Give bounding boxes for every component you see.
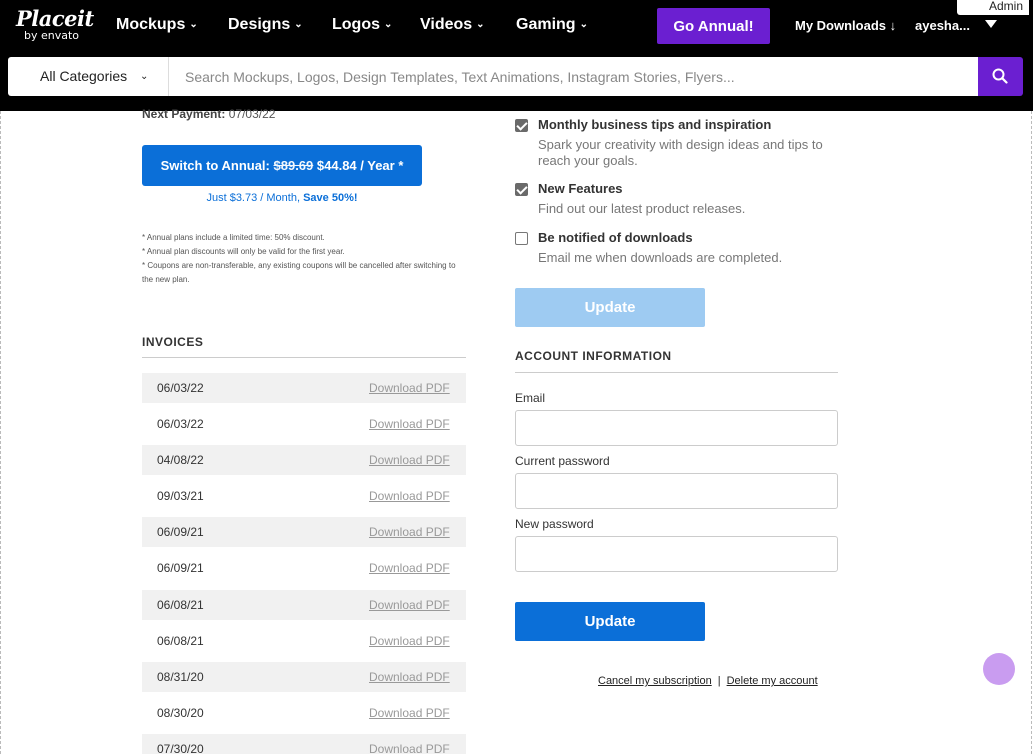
- switch-to-annual-button[interactable]: Switch to Annual: $89.69 $44.84 / Year *: [142, 145, 422, 186]
- divider: [515, 372, 838, 373]
- update-account-button[interactable]: Update: [515, 602, 705, 641]
- invoice-date: 06/08/21: [157, 634, 204, 648]
- email-label: Email: [515, 391, 546, 405]
- option-title: Monthly business tips and inspiration: [538, 117, 772, 132]
- option-title: New Features: [538, 181, 623, 196]
- caret-down-icon[interactable]: [985, 20, 997, 28]
- download-arrow-icon: ↓: [889, 18, 897, 33]
- divider: [142, 357, 466, 358]
- new-password-label: New password: [515, 517, 594, 531]
- option-description: Email me when downloads are completed.: [538, 250, 783, 265]
- invoice-row: 08/30/20 Download PDF: [142, 698, 466, 728]
- invoice-date: 06/03/22: [157, 417, 204, 431]
- invoice-row: 07/30/20 Download PDF: [142, 734, 466, 754]
- logo-brand: Placeit: [16, 6, 94, 31]
- chevron-down-icon: ⌄: [579, 19, 588, 30]
- download-pdf-link[interactable]: Download PDF: [369, 381, 450, 395]
- invoice-date: 06/03/22: [157, 381, 204, 395]
- download-pdf-link[interactable]: Download PDF: [369, 634, 450, 648]
- checkbox[interactable]: [515, 232, 528, 245]
- invoice-row: 09/03/21 Download PDF: [142, 481, 466, 511]
- option-title: Be notified of downloads: [538, 230, 693, 245]
- invoice-row: 08/31/20 Download PDF: [142, 662, 466, 692]
- category-select[interactable]: All Categories ⌄: [8, 57, 168, 96]
- download-pdf-link[interactable]: Download PDF: [369, 561, 450, 575]
- go-annual-button[interactable]: Go Annual!: [657, 8, 770, 44]
- invoice-row: 06/03/22 Download PDF: [142, 409, 466, 439]
- invoice-row: 06/08/21 Download PDF: [142, 626, 466, 656]
- invoice-row: 06/03/22 Download PDF: [142, 373, 466, 403]
- download-pdf-link[interactable]: Download PDF: [369, 525, 450, 539]
- chevron-down-icon: ⌄: [384, 19, 393, 30]
- invoices-title: INVOICES: [142, 335, 204, 349]
- my-downloads-link[interactable]: My Downloads ↓: [795, 18, 896, 33]
- chevron-down-icon: ⌄: [294, 19, 303, 30]
- checkbox[interactable]: [515, 119, 528, 132]
- checkbox[interactable]: [515, 183, 528, 196]
- download-pdf-link[interactable]: Download PDF: [369, 670, 450, 684]
- separator: |: [717, 675, 721, 687]
- billing-note: * Coupons are non-transferable, any exis…: [142, 261, 456, 284]
- option-description: Find out our latest product releases.: [538, 201, 746, 216]
- delete-account-link[interactable]: Delete my account: [727, 675, 818, 687]
- nav-videos[interactable]: Videos ⌄: [420, 16, 485, 34]
- invoice-row: 06/09/21 Download PDF: [142, 553, 466, 583]
- user-menu[interactable]: ayesha...: [915, 18, 970, 33]
- top-navigation-bar: Placeit by envato Mockups ⌄ Designs ⌄ Logo…: [0, 0, 1033, 56]
- search-icon: [992, 68, 1008, 84]
- download-pdf-link[interactable]: Download PDF: [369, 742, 450, 754]
- download-pdf-link[interactable]: Download PDF: [369, 453, 450, 467]
- download-pdf-link[interactable]: Download PDF: [369, 489, 450, 503]
- invoice-date: 04/08/22: [157, 453, 204, 467]
- search-button[interactable]: [978, 57, 1023, 96]
- logo-by-envato: by envato: [24, 29, 80, 42]
- search-input[interactable]: [168, 57, 978, 96]
- frame-border: [1031, 111, 1032, 754]
- chevron-down-icon: ⌄: [189, 19, 198, 30]
- chat-widget-icon[interactable]: [983, 653, 1015, 685]
- chevron-down-icon: ⌄: [476, 19, 485, 30]
- invoice-date: 09/03/21: [157, 489, 204, 503]
- admin-badge[interactable]: Admin: [957, 0, 1029, 15]
- invoice-row: 06/09/21 Download PDF: [142, 517, 466, 547]
- placeit-logo[interactable]: Placeit by envato: [16, 8, 94, 42]
- option-description: Spark your creativity with design ideas …: [538, 137, 823, 168]
- invoice-date: 06/09/21: [157, 561, 204, 575]
- nav-gaming[interactable]: Gaming ⌄: [516, 16, 588, 34]
- cancel-subscription-link[interactable]: Cancel my subscription: [598, 675, 712, 687]
- nav-mockups[interactable]: Mockups ⌄: [116, 16, 198, 34]
- invoice-date: 07/30/20: [157, 742, 204, 754]
- nav-designs[interactable]: Designs ⌄: [228, 16, 303, 34]
- invoice-row: 04/08/22 Download PDF: [142, 445, 466, 475]
- download-pdf-link[interactable]: Download PDF: [369, 417, 450, 431]
- search-bar: All Categories ⌄: [0, 56, 1033, 111]
- current-password-label: Current password: [515, 454, 610, 468]
- download-pdf-link[interactable]: Download PDF: [369, 706, 450, 720]
- email-field[interactable]: [515, 410, 838, 446]
- new-password-field[interactable]: [515, 536, 838, 572]
- download-pdf-link[interactable]: Download PDF: [369, 598, 450, 612]
- invoice-row: 06/08/21 Download PDF: [142, 590, 466, 620]
- account-information-title: ACCOUNT INFORMATION: [515, 349, 672, 363]
- invoice-date: 06/09/21: [157, 525, 204, 539]
- billing-notes: * Annual plans include a limited time: 5…: [142, 231, 462, 287]
- current-password-field[interactable]: [515, 473, 838, 509]
- per-month-price: Just $3.73 / Month, Save 50%!: [206, 192, 358, 204]
- next-payment: Next Payment: 07/03/22: [142, 107, 276, 121]
- billing-note: * Annual plans include a limited time: 5…: [142, 233, 325, 242]
- frame-border: [0, 111, 1, 754]
- chevron-down-icon: ⌄: [140, 71, 149, 82]
- billing-note: * Annual plan discounts will only be val…: [142, 247, 345, 256]
- invoice-date: 08/30/20: [157, 706, 204, 720]
- invoice-date: 06/08/21: [157, 598, 204, 612]
- nav-logos[interactable]: Logos ⌄: [332, 16, 392, 34]
- invoice-date: 08/31/20: [157, 670, 204, 684]
- account-links: Cancel my subscription | Delete my account: [598, 675, 818, 687]
- update-notifications-button[interactable]: Update: [515, 288, 705, 327]
